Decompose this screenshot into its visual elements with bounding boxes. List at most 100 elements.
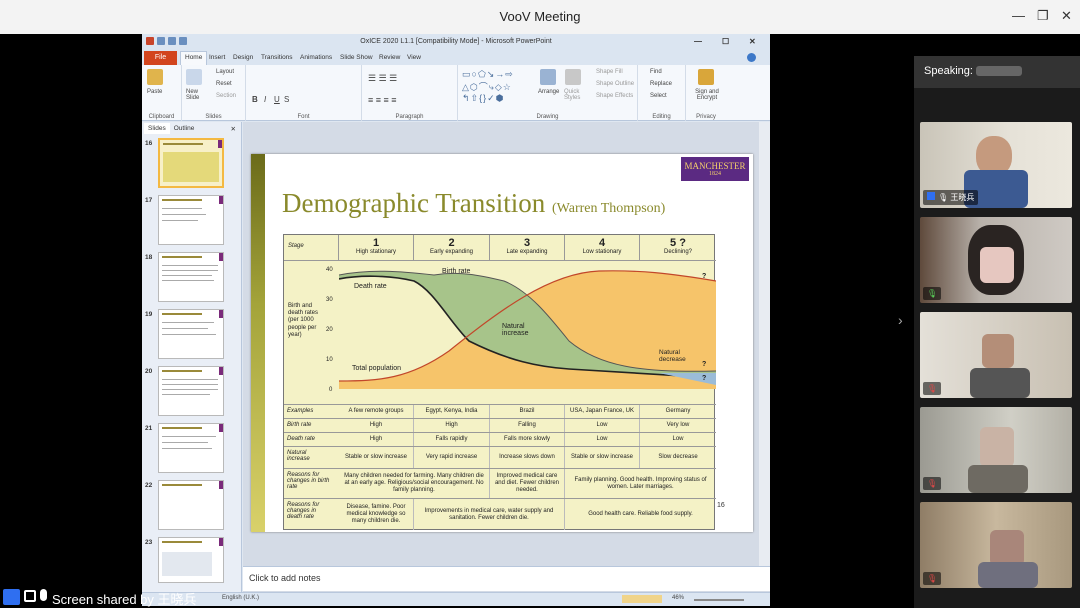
- zoom-level[interactable]: 46%: [672, 595, 684, 601]
- shape-fill-button[interactable]: Shape Fill: [596, 69, 623, 75]
- thumb-text: [162, 265, 218, 266]
- participant-video[interactable]: 🎙: [920, 312, 1072, 398]
- find-button[interactable]: Find: [650, 69, 662, 75]
- tab-slides[interactable]: Slides: [144, 123, 170, 134]
- table-cell: Good health care. Reliable food supply.: [588, 511, 693, 518]
- table-row: Reasons for changes in birth rate Many c…: [284, 468, 716, 498]
- thumb-text: [162, 208, 202, 209]
- select-button[interactable]: Select: [650, 93, 667, 99]
- tab-transitions[interactable]: Transitions: [261, 54, 293, 61]
- maximize-icon[interactable]: ❐: [1037, 8, 1049, 24]
- thumb-title: [162, 484, 202, 486]
- participant-video[interactable]: 🎙: [920, 217, 1072, 303]
- slide-thumbnail[interactable]: [158, 252, 224, 302]
- underline-icon[interactable]: U: [274, 95, 280, 104]
- shadow-icon[interactable]: S: [284, 95, 289, 104]
- slide-thumbnail[interactable]: [158, 366, 224, 416]
- slide-thumbnail[interactable]: [158, 195, 224, 245]
- slide-thumbnail[interactable]: [158, 537, 224, 583]
- sign-encrypt-icon[interactable]: [698, 69, 714, 85]
- paste-icon[interactable]: [147, 69, 163, 85]
- tab-design[interactable]: Design: [233, 54, 253, 61]
- tab-review[interactable]: Review: [379, 54, 400, 61]
- slide-editing-area[interactable]: MANCHESTER 1824 Demographic Transition (W…: [243, 122, 770, 592]
- participant-video[interactable]: 🎙: [920, 502, 1072, 588]
- paste-label[interactable]: Paste: [147, 89, 162, 95]
- arrange-label[interactable]: Arrange: [538, 89, 559, 95]
- table-cell: Germany: [665, 408, 691, 415]
- italic-icon[interactable]: I: [264, 95, 266, 104]
- status-bar: English (U.K.) 46%: [142, 592, 770, 606]
- microphone-icon[interactable]: [40, 589, 47, 601]
- ppt-close-icon[interactable]: ✕: [749, 37, 756, 46]
- reset-button[interactable]: Reset: [216, 81, 232, 87]
- replace-button[interactable]: Replace: [650, 81, 672, 87]
- table-cell: Very low: [666, 422, 690, 429]
- table-cell: Low: [672, 436, 684, 443]
- tab-view[interactable]: View: [407, 54, 421, 61]
- shared-screen-area: OxICE 2020 L1.1 [Compatibility Mode] - M…: [0, 34, 1080, 608]
- ppt-minimize-icon[interactable]: —: [694, 37, 702, 46]
- section-button[interactable]: Section: [216, 93, 236, 99]
- notes-pane[interactable]: Click to add notes: [243, 566, 770, 591]
- powerpoint-window: OxICE 2020 L1.1 [Compatibility Mode] - M…: [142, 34, 770, 606]
- thumb-text: [162, 270, 218, 271]
- slide-thumbnail[interactable]: [158, 309, 224, 359]
- close-icon[interactable]: ✕: [1061, 8, 1072, 24]
- tab-slide-show[interactable]: Slide Show: [340, 54, 373, 61]
- bullets-icon[interactable]: ☰ ☰ ☰: [368, 73, 397, 84]
- current-slide[interactable]: MANCHESTER 1824 Demographic Transition (W…: [251, 154, 753, 532]
- quick-styles-label[interactable]: Quick Styles: [564, 89, 584, 101]
- ppt-maximize-icon[interactable]: ☐: [722, 37, 729, 46]
- participant-video[interactable]: 🎙 王晓兵: [920, 122, 1072, 208]
- thumb-title: [162, 313, 202, 315]
- tab-insert[interactable]: Insert: [209, 54, 225, 61]
- thumb-logo: [219, 310, 223, 318]
- shapes-gallery[interactable]: ▭○⬠↘→⇨ △⬡⌒⤷◇☆ ↰⇧{}✓⬢: [462, 69, 514, 104]
- help-icon[interactable]: [747, 53, 756, 62]
- quick-styles-icon[interactable]: [565, 69, 581, 85]
- new-slide-icon[interactable]: [186, 69, 202, 85]
- group-label: Slides: [205, 114, 222, 120]
- thumb-text: [162, 275, 212, 276]
- tab-animations[interactable]: Animations: [300, 54, 332, 61]
- minimize-icon[interactable]: —: [1012, 8, 1025, 23]
- group-label: Privacy: [696, 114, 716, 120]
- thumb-title: [162, 370, 202, 372]
- language-status[interactable]: English (U.K.): [222, 595, 259, 601]
- shape-effects-button[interactable]: Shape Effects: [596, 93, 633, 99]
- arrange-icon[interactable]: [540, 69, 556, 85]
- mic-muted-icon: 🎙: [927, 479, 938, 488]
- tab-outline[interactable]: Outline: [170, 123, 199, 134]
- group-drawing: ▭○⬠↘→⇨ △⬡⌒⤷◇☆ ↰⇧{}✓⬢ Arrange Quick Styles …: [458, 65, 638, 121]
- slide-thumbnail[interactable]: [158, 138, 224, 188]
- slide-thumbnail[interactable]: [158, 423, 224, 473]
- chevron-right-icon[interactable]: ›: [898, 312, 903, 328]
- new-slide-label[interactable]: New Slide: [186, 89, 206, 101]
- slide-thumbnail[interactable]: [158, 480, 224, 530]
- sign-encrypt-label[interactable]: Sign and Encrypt: [692, 89, 722, 101]
- layout-button[interactable]: Layout: [216, 69, 234, 75]
- participant-video[interactable]: 🎙: [920, 407, 1072, 493]
- row-label: Reasons for changes in death rate: [287, 502, 320, 520]
- bold-icon[interactable]: B: [252, 95, 258, 104]
- vertical-scrollbar[interactable]: [759, 122, 770, 566]
- panel-close-icon[interactable]: ✕: [227, 123, 240, 135]
- thumb-title: [162, 199, 202, 201]
- table-row: Natural increase Stable or slow increase…: [284, 446, 716, 468]
- table-cell: A few remote groups: [339, 405, 414, 418]
- screen-share-icon[interactable]: [24, 590, 36, 602]
- stage-header: 2 Early expanding: [414, 235, 490, 260]
- tab-file[interactable]: File: [144, 51, 177, 65]
- view-buttons[interactable]: [622, 595, 662, 603]
- thumb-chart: [162, 552, 212, 576]
- shape-outline-button[interactable]: Shape Outline: [596, 81, 634, 87]
- table-cell: Falling: [490, 419, 565, 432]
- align-icon[interactable]: ≡ ≡ ≡ ≡: [368, 95, 397, 105]
- tab-home[interactable]: Home: [180, 51, 208, 65]
- table-cell: Stable or slow increase: [565, 447, 640, 468]
- zoom-slider[interactable]: [694, 599, 744, 601]
- notes-placeholder[interactable]: Click to add notes: [249, 573, 321, 583]
- user-icon[interactable]: [3, 589, 20, 605]
- group-label: Font: [297, 114, 310, 120]
